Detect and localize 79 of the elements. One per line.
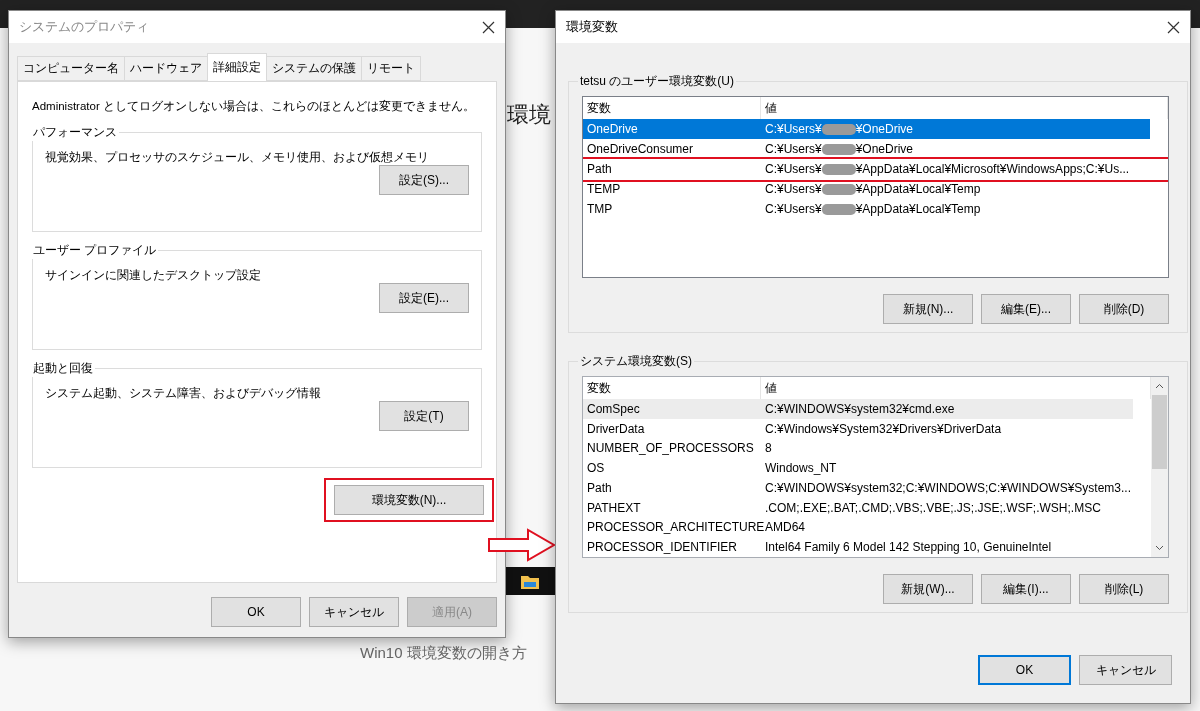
notice-text: Administrator としてログオンしない場合は、これらのほとんどは変更できません。 — [32, 99, 476, 114]
folder-icon[interactable] — [521, 573, 539, 589]
tab[interactable]: コンピューター名 — [17, 56, 125, 81]
variable-row[interactable]: Path C:¥Users¥ ¥AppData¥Local¥Microsoft¥WindowsApps;C:¥Us... — [583, 159, 1150, 179]
variable-value: C:¥Users¥ ¥OneDrive — [764, 122, 915, 136]
dialog-button[interactable]: OK — [211, 597, 301, 627]
group-label: 起動と回復 — [32, 360, 94, 377]
group-label: パフォーマンス — [32, 124, 118, 141]
window-title: 環境変数 — [566, 18, 618, 36]
variable-value: .COM;.EXE;.BAT;.CMD;.VBS;.VBE;.JS;.JSE;.WSF;.WSH;.MSC — [764, 500, 1102, 515]
settings-button[interactable]: 設定(E)... — [379, 283, 469, 313]
tab[interactable]: ハードウェア — [124, 56, 208, 81]
list-button[interactable]: 削除(L) — [1079, 574, 1169, 604]
group-label: ユーザー プロファイル — [32, 242, 158, 259]
scroll-down-icon[interactable] — [1155, 545, 1164, 551]
dialog-button[interactable]: OK — [978, 655, 1071, 685]
tab[interactable]: システムの保護 — [266, 56, 362, 81]
list-button[interactable]: 編集(E)... — [981, 294, 1071, 324]
variable-list[interactable]: 変数 値 OneDrive C:¥Users¥ ¥OneDrive OneDriveConsumer C:¥Users¥ ¥OneDrive Path C:¥Users¥ ¥AppData¥Local¥Microsoft¥WindowsApps;C:¥Us... TEMP C:¥Users¥ ¥AppData¥Local¥Temp TMP C:¥Users¥ ¥AppData¥Local¥Temp — [582, 96, 1169, 278]
variable-name: PROCESSOR_IDENTIFIER — [586, 540, 739, 555]
tab[interactable]: リモート — [361, 56, 421, 81]
close-icon[interactable] — [482, 20, 495, 34]
group-label: tetsu のユーザー環境変数(U) — [579, 73, 735, 90]
article-heading: 環境 — [507, 101, 551, 129]
variable-row[interactable]: OS Windows_NT — [583, 458, 1133, 478]
group-label: システム環境変数(S) — [579, 353, 693, 370]
variable-row[interactable]: Path C:¥WINDOWS¥system32;C:¥WINDOWS;C:¥WINDOWS¥System3... — [583, 478, 1133, 498]
variable-value: C:¥Users¥ ¥OneDrive — [764, 142, 915, 156]
variable-value: Windows_NT — [764, 461, 838, 476]
variable-name: OneDriveConsumer — [586, 142, 695, 156]
close-icon[interactable] — [1167, 20, 1180, 34]
variable-value: C:¥Windows¥System32¥Drivers¥DriverData — [764, 421, 1003, 436]
variable-name: NUMBER_OF_PROCESSORS — [586, 441, 755, 456]
variable-name: TEMP — [586, 182, 622, 196]
group-description: 視覚効果、プロセッサのスケジュール、メモリ使用、および仮想メモリ — [45, 149, 430, 165]
dialog-button[interactable]: キャンセル — [309, 597, 399, 627]
variable-value: C:¥Users¥ ¥AppData¥Local¥Temp — [764, 182, 982, 196]
list-button[interactable]: 削除(D) — [1079, 294, 1169, 324]
variable-value: C:¥WINDOWS¥system32;C:¥WINDOWS;C:¥WINDOWS¥System3... — [764, 480, 1133, 495]
variable-name: OneDrive — [586, 122, 639, 136]
settings-button[interactable]: 設定(S)... — [379, 165, 469, 195]
dialog-button[interactable]: キャンセル — [1079, 655, 1172, 685]
scroll-thumb[interactable] — [1152, 395, 1167, 469]
variable-name: Path — [586, 162, 613, 176]
variable-row[interactable]: TMP C:¥Users¥ ¥AppData¥Local¥Temp — [583, 199, 1150, 219]
variable-name: OS — [586, 461, 606, 476]
settings-button[interactable]: 設定(T) — [379, 401, 469, 431]
variable-name: DriverData — [586, 421, 646, 436]
variable-name: PATHEXT — [586, 500, 642, 515]
variable-row[interactable]: TEMP C:¥Users¥ ¥AppData¥Local¥Temp — [583, 179, 1150, 199]
variable-row[interactable]: OneDriveConsumer C:¥Users¥ ¥OneDrive — [583, 139, 1150, 159]
variable-row[interactable]: PROCESSOR_IDENTIFIER Intel64 Family 6 Model 142 Stepping 10, GenuineIntel — [583, 537, 1133, 557]
variable-name: Path — [586, 480, 613, 495]
list-button[interactable]: 編集(I)... — [981, 574, 1071, 604]
variable-row[interactable]: OneDrive C:¥Users¥ ¥OneDrive — [583, 119, 1150, 139]
variable-row[interactable]: PATHEXT .COM;.EXE;.BAT;.CMD;.VBS;.VBE;.JS;.JSE;.WSF;.WSH;.MSC — [583, 497, 1133, 518]
variable-name: TMP — [586, 202, 614, 216]
variable-list[interactable] — [582, 376, 1169, 558]
variable-name: ComSpec — [586, 401, 641, 416]
environment-variables-button[interactable]: 環境変数(N)... — [334, 485, 484, 515]
tab[interactable]: 詳細設定 — [207, 53, 267, 81]
variable-row[interactable]: ComSpec C:¥WINDOWS¥system32¥cmd.exe — [583, 399, 1133, 419]
variable-row[interactable]: PROCESSOR_ARCHITECTUREAMD64 — [583, 517, 1133, 538]
variable-value: C:¥WINDOWS¥system32¥cmd.exe — [764, 401, 956, 416]
scrollbar[interactable] — [1151, 377, 1168, 557]
variable-value: Intel64 Family 6 Model 142 Stepping 10, GenuineIntel — [764, 540, 1053, 555]
variable-value: C:¥Users¥ ¥AppData¥Local¥Microsoft¥WindowsApps;C:¥Us... — [764, 162, 1131, 176]
variable-value: AMD64 — [764, 520, 806, 535]
variable-value: 8 — [764, 441, 773, 456]
image-caption: Win10 環境変数の開き方 — [360, 644, 527, 663]
variable-row[interactable]: NUMBER_OF_PROCESSORS 8 — [583, 438, 1133, 459]
list-button[interactable]: 新規(W)... — [883, 574, 973, 604]
list-button[interactable]: 新規(N)... — [883, 294, 973, 324]
variable-value: C:¥Users¥ ¥AppData¥Local¥Temp — [764, 202, 982, 216]
window-title: システムのプロパティ — [19, 18, 149, 36]
group-description: システム起動、システム障害、およびデバッグ情報 — [45, 385, 322, 401]
scroll-up-icon[interactable] — [1155, 383, 1164, 389]
variable-row[interactable]: DriverData C:¥Windows¥System32¥Drivers¥DriverData — [583, 418, 1133, 439]
group-description: サインインに関連したデスクトップ設定 — [45, 267, 262, 283]
